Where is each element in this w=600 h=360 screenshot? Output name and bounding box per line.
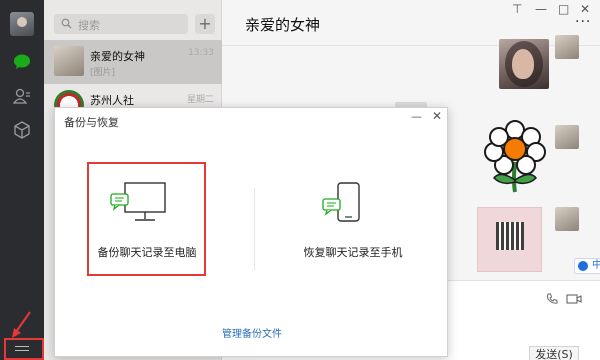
dialog-close-icon[interactable]: ✕ — [432, 109, 442, 123]
user-avatar[interactable] — [10, 12, 34, 36]
chat-icon[interactable] — [12, 52, 32, 72]
restore-to-phone-option[interactable]: 恢复聊天记录至手机 — [294, 164, 412, 274]
more-options-icon[interactable]: ··· — [575, 14, 591, 30]
search-input[interactable]: 搜索 — [54, 14, 188, 34]
contact-name: 苏州人社 — [90, 94, 134, 107]
options-divider — [254, 188, 255, 270]
manage-backup-files-link[interactable]: 管理备份文件 — [55, 325, 449, 340]
message-preview: [图片] — [90, 68, 116, 78]
sender-avatar — [555, 125, 579, 149]
minimize-icon[interactable]: — — [535, 2, 547, 16]
sender-avatar — [555, 35, 579, 59]
translate-badge[interactable]: 中 — [574, 258, 600, 274]
qr-code-image[interactable] — [477, 207, 542, 272]
chat-title: 亲爱的女神 — [245, 16, 321, 34]
maximize-icon[interactable]: □ — [558, 2, 569, 16]
add-button[interactable]: + — [195, 14, 215, 34]
left-nav-bar — [0, 0, 44, 360]
menu-highlight-box — [4, 338, 44, 360]
contact-avatar — [54, 46, 84, 76]
red-arrow-annotation — [12, 311, 31, 338]
photo-message[interactable] — [499, 39, 549, 89]
backup-restore-dialog: 备份与恢复 — ✕ 备份聊天记录至电脑 恢复聊天记录至手机 管理备份文件 — [54, 107, 448, 357]
message-time: 星期二 — [186, 95, 214, 105]
contacts-icon[interactable] — [12, 86, 32, 106]
message-time: 13:33 — [188, 48, 214, 58]
dialog-title: 备份与恢复 — [64, 116, 119, 129]
search-icon — [61, 18, 72, 29]
video-call-icon[interactable] — [566, 293, 582, 305]
contact-name: 亲爱的女神 — [90, 50, 145, 63]
restore-to-phone-label: 恢复聊天记录至手机 — [303, 246, 403, 259]
phone-icon — [322, 182, 360, 222]
chat-item-goddess[interactable]: 亲爱的女神 13:33 [图片] — [44, 40, 222, 84]
collections-cube-icon[interactable] — [12, 120, 32, 140]
phone-call-icon[interactable] — [546, 293, 558, 305]
dialog-minimize-icon[interactable]: — — [411, 110, 422, 123]
search-placeholder: 搜索 — [78, 19, 100, 32]
pin-icon[interactable]: ⊤ — [512, 2, 522, 16]
flower-sticker[interactable] — [480, 120, 550, 194]
backup-option-highlight-box — [87, 162, 206, 276]
sender-avatar — [555, 207, 579, 231]
send-button[interactable]: 发送(S) — [529, 346, 579, 360]
